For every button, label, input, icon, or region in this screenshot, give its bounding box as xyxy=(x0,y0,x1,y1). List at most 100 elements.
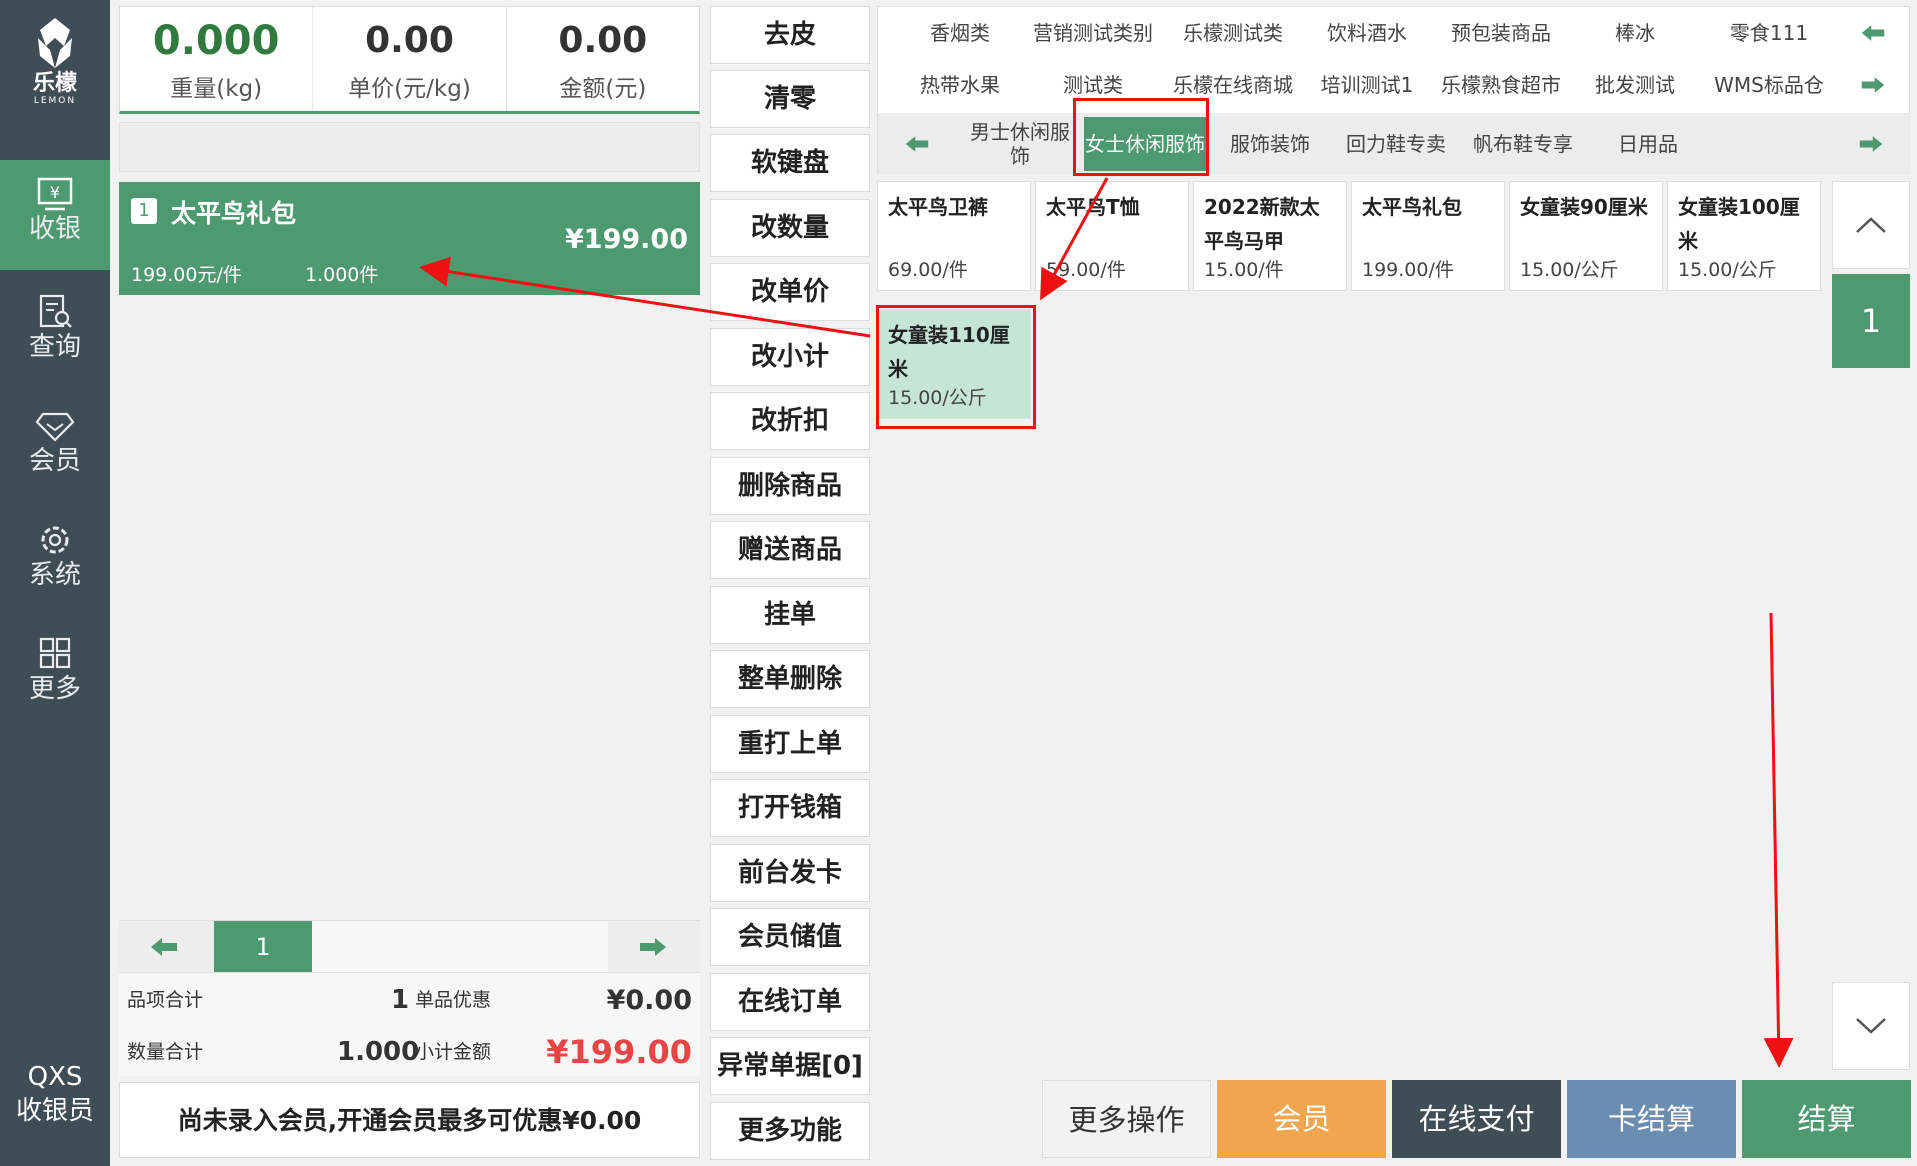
hold-order-button[interactable]: 挂单 xyxy=(710,586,870,644)
nav-system[interactable]: 系统 xyxy=(0,506,110,616)
more-grid-icon xyxy=(39,637,71,669)
category-item[interactable]: 乐檬在线商城 xyxy=(1166,65,1300,105)
category-item[interactable]: 棒冰 xyxy=(1568,13,1702,53)
cart-item-name: 太平鸟礼包 xyxy=(171,199,297,228)
unit-price-value: 0.00 xyxy=(365,20,454,61)
category-item[interactable]: 香烟类 xyxy=(900,13,1020,53)
zero-button[interactable]: 清零 xyxy=(710,70,870,128)
product-card[interactable]: 女童装100厘米 15.00/公斤 xyxy=(1667,181,1821,291)
product-name: 女童装90厘米 xyxy=(1520,195,1648,219)
more-functions-button[interactable]: 更多功能 xyxy=(710,1102,870,1160)
subcategory-item-selected[interactable]: 女士休闲服饰 xyxy=(1084,117,1206,171)
unit-price-cell: 0.00 单价(元/kg) xyxy=(313,7,507,111)
change-discount-button[interactable]: 改折扣 xyxy=(710,392,870,450)
cart-item[interactable]: 1 太平鸟礼包 ¥199.00 199.00元/件 1.000件 xyxy=(119,182,700,295)
category-item[interactable]: 培训测试1 xyxy=(1300,65,1434,105)
arrow-right-icon xyxy=(1859,136,1883,152)
product-price: 15.00/公斤 xyxy=(1520,259,1619,281)
cart-item-index: 1 xyxy=(131,198,157,224)
card-pay-button[interactable]: 卡结算 xyxy=(1567,1080,1736,1158)
cart-list: 1 太平鸟礼包 ¥199.00 199.00元/件 1.000件 xyxy=(119,180,700,920)
category-item[interactable]: 测试类 xyxy=(1020,65,1166,105)
online-orders-button[interactable]: 在线订单 xyxy=(710,973,870,1031)
product-name: 2022新款太平鸟马甲 xyxy=(1204,195,1320,253)
product-card-selected[interactable]: 女童装110厘米 15.00/公斤 xyxy=(877,309,1031,419)
product-card[interactable]: 2022新款太平鸟马甲 15.00/件 xyxy=(1193,181,1347,291)
product-card[interactable]: 太平鸟T恤 59.00/件 xyxy=(1035,181,1189,291)
product-card[interactable]: 太平鸟卫裤 69.00/件 xyxy=(877,181,1031,291)
more-ops-button[interactable]: 更多操作 xyxy=(1042,1080,1211,1158)
cash-register-icon: ¥ xyxy=(37,177,73,211)
member-hint-banner[interactable]: 尚未录入会员,开通会员最多可优惠¥0.00 xyxy=(119,1082,700,1158)
product-price: 199.00/件 xyxy=(1362,259,1454,281)
product-name: 太平鸟卫裤 xyxy=(888,195,988,219)
subcategory-next-button[interactable] xyxy=(1846,124,1896,164)
cart-next-page-button[interactable] xyxy=(608,921,698,973)
arrow-right-icon xyxy=(640,938,666,956)
cart-prev-page-button[interactable] xyxy=(119,921,209,973)
category-next-button[interactable] xyxy=(1848,65,1898,105)
nav-more[interactable]: 更多 xyxy=(0,620,110,730)
member-button[interactable]: 会员 xyxy=(1217,1080,1386,1158)
category-item[interactable]: 饮料酒水 xyxy=(1300,13,1434,53)
delete-order-button[interactable]: 整单删除 xyxy=(710,650,870,708)
amount-cell: 0.00 金额(元) xyxy=(507,7,699,111)
category-item[interactable]: 批发测试 xyxy=(1568,65,1702,105)
product-card[interactable]: 太平鸟礼包 199.00/件 xyxy=(1351,181,1505,291)
category-item[interactable]: 热带水果 xyxy=(900,65,1020,105)
product-card[interactable]: 女童装90厘米 15.00/公斤 xyxy=(1509,181,1663,291)
product-price: 15.00/公斤 xyxy=(1678,259,1777,281)
product-name: 太平鸟礼包 xyxy=(1362,195,1462,219)
category-prev-button[interactable] xyxy=(1848,13,1898,53)
cart-page-number: 1 xyxy=(214,921,312,973)
subcategory-item[interactable]: 日用品 xyxy=(1586,117,1710,171)
product-name: 女童装110厘米 xyxy=(888,323,1010,381)
checkout-button[interactable]: 结算 xyxy=(1742,1080,1911,1158)
weight-value: 0.000 xyxy=(152,18,280,64)
category-item[interactable]: WMS标品仓 xyxy=(1702,65,1836,105)
arrow-left-icon xyxy=(1861,25,1885,41)
reprint-button[interactable]: 重打上单 xyxy=(710,715,870,773)
change-price-button[interactable]: 改单价 xyxy=(710,263,870,321)
delete-item-button[interactable]: 删除商品 xyxy=(710,457,870,515)
tare-button[interactable]: 去皮 xyxy=(710,6,870,64)
category-item[interactable]: 零食111 xyxy=(1702,13,1836,53)
category-item[interactable]: 乐檬熟食超市 xyxy=(1434,65,1568,105)
subcategory-item[interactable]: 帆布鞋专享 xyxy=(1460,117,1586,171)
nav-query-label: 查询 xyxy=(28,332,81,362)
subcategory-prev-button[interactable] xyxy=(892,124,942,164)
cart-item-unit-price: 199.00元/件 xyxy=(131,264,242,286)
nav-query[interactable]: 查询 xyxy=(0,278,110,388)
member-recharge-button[interactable]: 会员储值 xyxy=(710,908,870,966)
change-subtotal-button[interactable]: 改小计 xyxy=(710,328,870,386)
qty-total-value: 1.000 xyxy=(337,1037,420,1067)
open-drawer-button[interactable]: 打开钱箱 xyxy=(710,779,870,837)
subcategory-item[interactable]: 男士休闲服饰 xyxy=(964,117,1076,171)
product-scroll-down-button[interactable] xyxy=(1832,982,1910,1070)
product-price: 15.00/公斤 xyxy=(888,387,987,409)
category-item[interactable]: 乐檬测试类 xyxy=(1166,13,1300,53)
nav-member-label: 会员 xyxy=(28,446,81,476)
cart-input-bar[interactable] xyxy=(119,122,700,172)
qty-total-label: 数量合计 xyxy=(127,1041,204,1063)
issue-card-button[interactable]: 前台发卡 xyxy=(710,844,870,902)
product-page-number: 1 xyxy=(1832,274,1910,368)
discount-value: ¥0.00 xyxy=(606,985,692,1016)
nav-cashier[interactable]: ¥ 收银 xyxy=(0,160,110,270)
change-qty-button[interactable]: 改数量 xyxy=(710,199,870,257)
nav-member[interactable]: 会员 xyxy=(0,392,110,502)
arrow-left-icon xyxy=(905,136,929,152)
category-item[interactable]: 预包装商品 xyxy=(1434,13,1568,53)
settings-gear-icon xyxy=(41,526,69,554)
subcategory-item[interactable]: 回力鞋专卖 xyxy=(1332,117,1460,171)
category-item[interactable]: 营销测试类别 xyxy=(1020,13,1166,53)
items-total-label: 品项合计 xyxy=(127,989,204,1011)
product-scroll-up-button[interactable] xyxy=(1832,181,1910,269)
soft-keyboard-button[interactable]: 软键盘 xyxy=(710,134,870,192)
user-role: 收银员 xyxy=(15,1096,94,1126)
subcategory-item[interactable]: 服饰装饰 xyxy=(1208,117,1332,171)
online-pay-button[interactable]: 在线支付 xyxy=(1392,1080,1561,1158)
abnormal-orders-button[interactable]: 异常单据[0] xyxy=(710,1037,870,1095)
gift-item-button[interactable]: 赠送商品 xyxy=(710,521,870,579)
totals-row-items: 品项合计 1 单品优惠 ¥0.00 xyxy=(119,973,700,1025)
